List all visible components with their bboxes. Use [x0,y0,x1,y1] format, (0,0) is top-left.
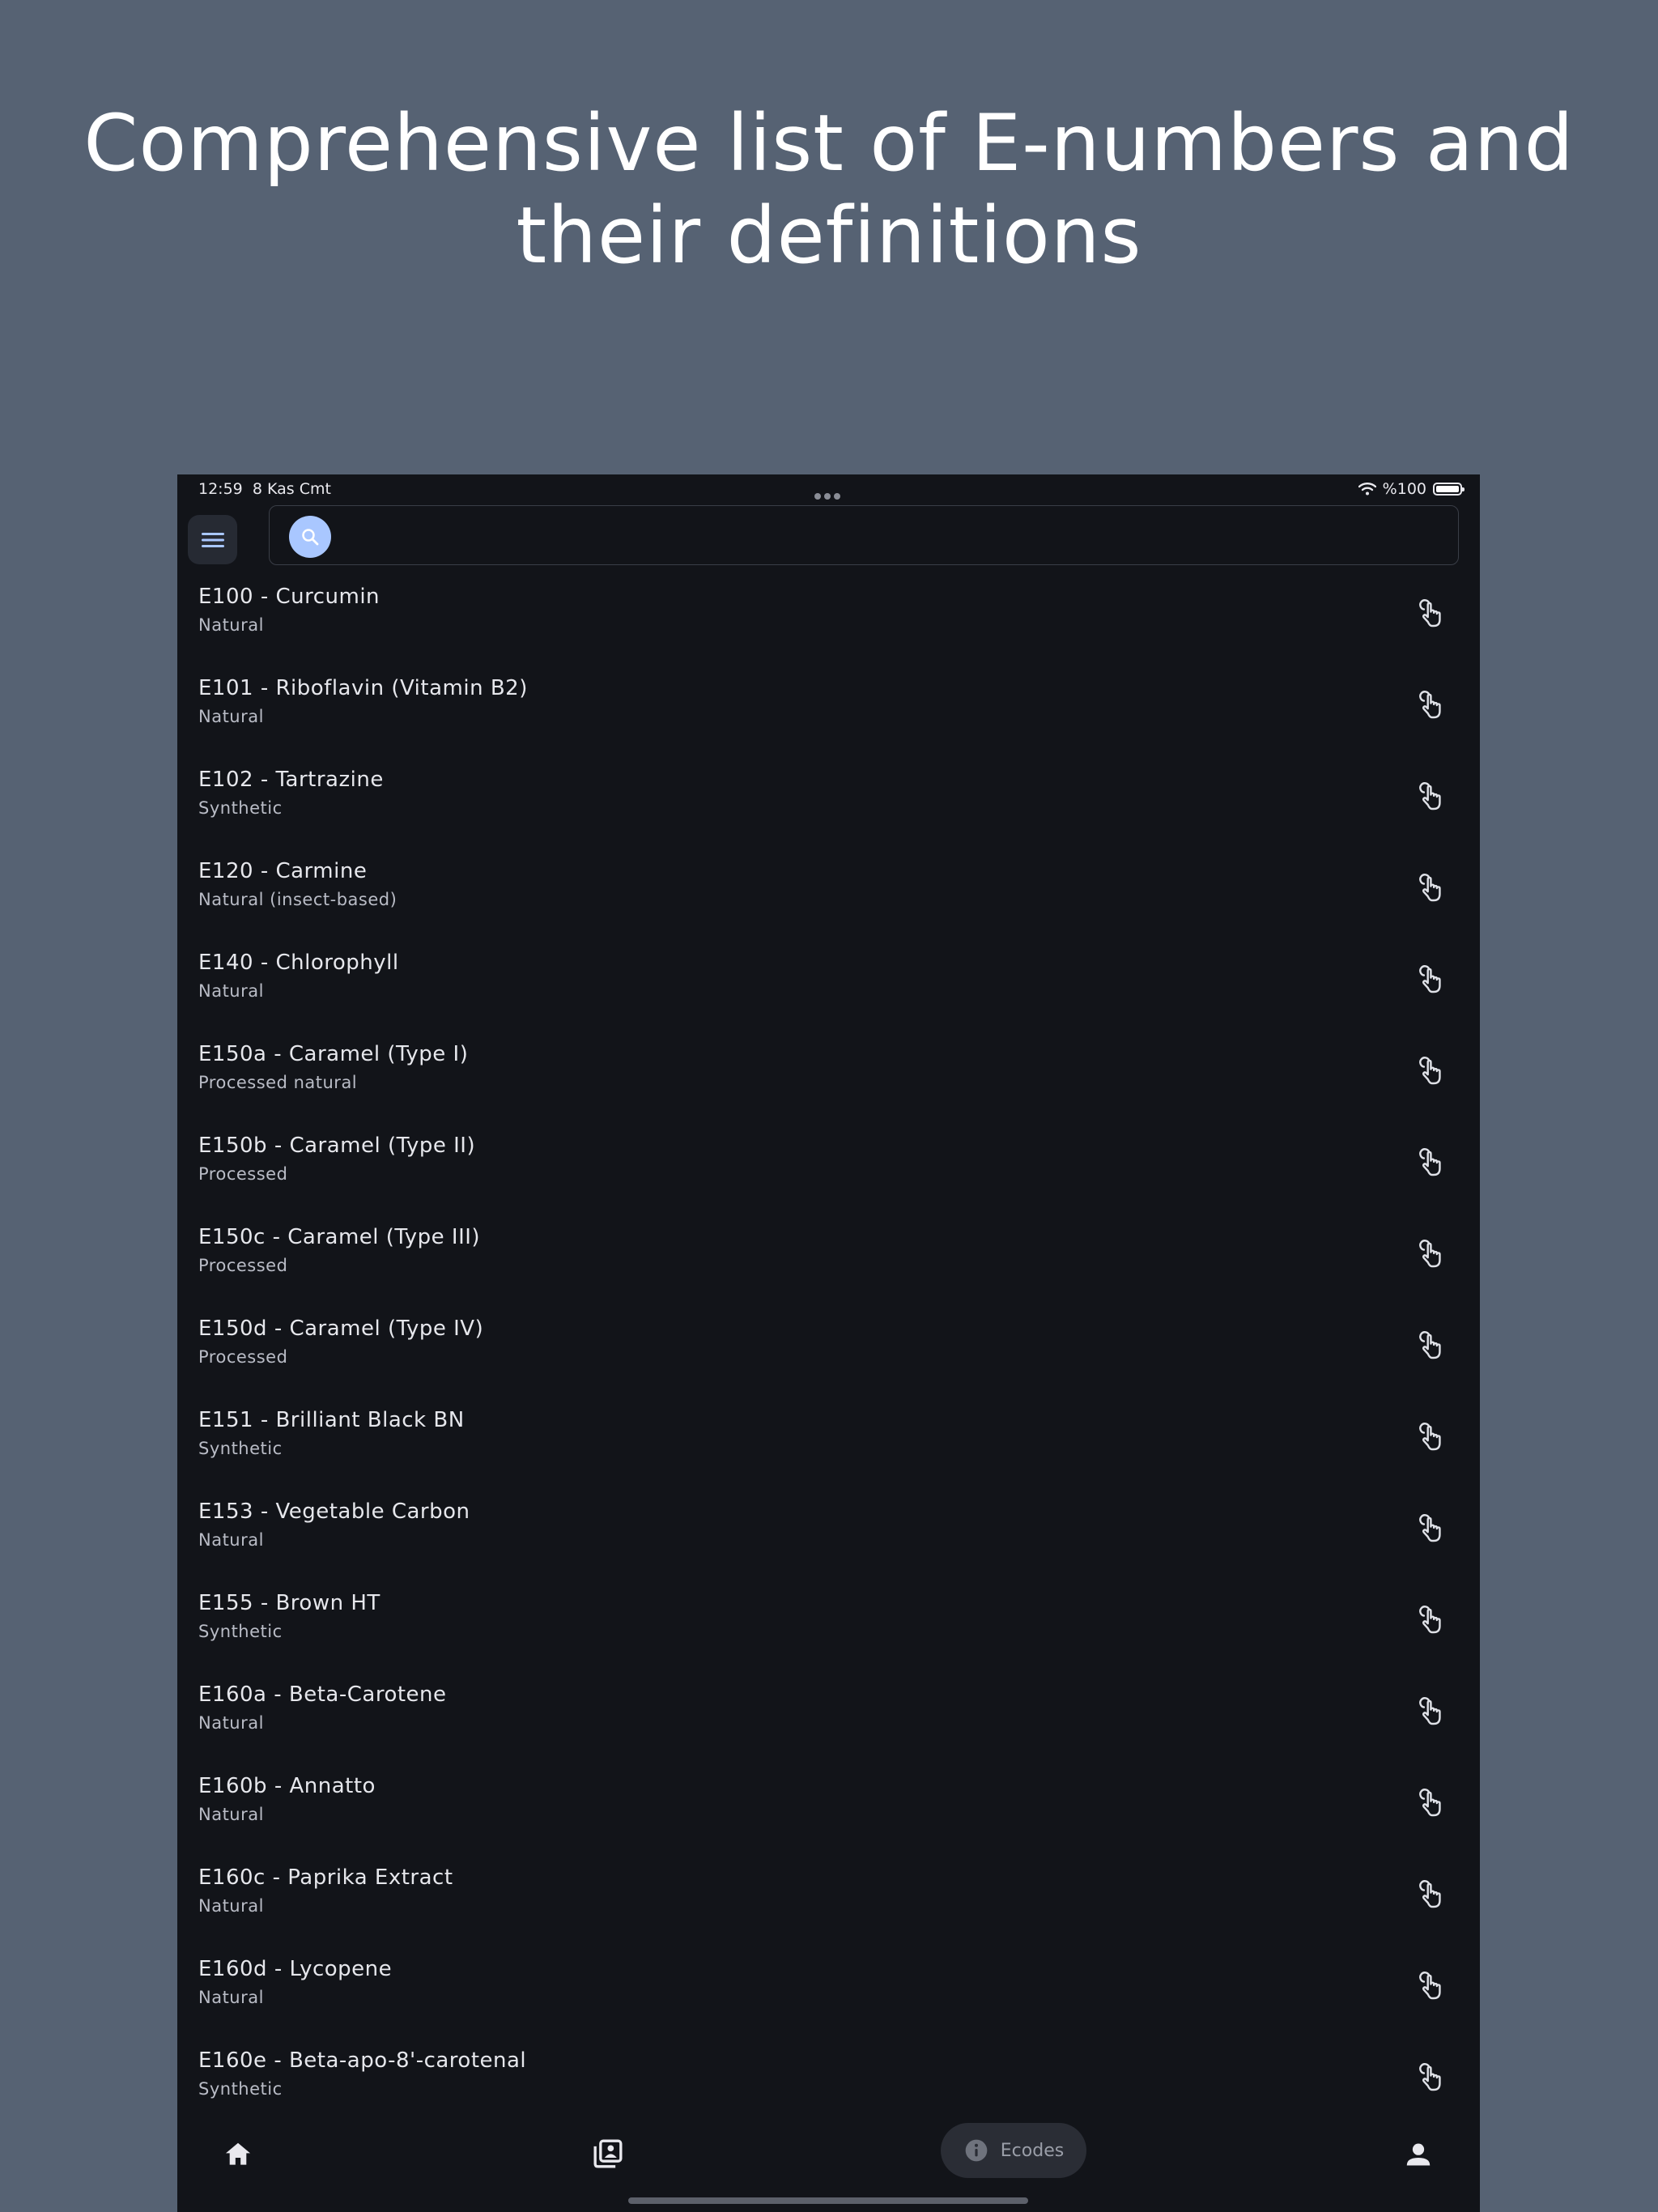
list-item[interactable]: E100 - Curcumin Natural [177,576,1480,668]
status-time-date: 12:59 8 Kas Cmt [198,480,331,498]
tap-icon[interactable] [1417,2061,1446,2094]
headline: Comprehensive list of E-numbers and thei… [83,98,1575,281]
item-category: Processed [198,1347,288,1367]
item-title: E160d - Lycopene [198,1957,393,1981]
info-icon [965,2139,988,2162]
item-category: Natural [198,981,264,1001]
bottom-navigation: Ecodes [177,2123,1480,2212]
list-item[interactable]: E160c - Paprika Extract Natural [177,1857,1480,1949]
menu-button[interactable] [188,515,237,564]
item-title: E160b - Annatto [198,1774,376,1798]
list-item[interactable]: E160a - Beta-Carotene Natural [177,1674,1480,1766]
home-indicator [628,2197,1028,2204]
status-time: 12:59 [198,480,243,498]
item-category: Synthetic [198,1622,283,1641]
tap-icon[interactable] [1417,1970,1446,2002]
tap-icon[interactable] [1417,1421,1446,1453]
item-title: E155 - Brown HT [198,1591,380,1615]
list-item[interactable]: E150d - Caramel (Type IV) Processed [177,1308,1480,1400]
app-screen: 12:59 8 Kas Cmt %100 E100 - Curcumin Nat… [177,474,1480,2212]
tap-icon[interactable] [1417,1604,1446,1636]
tap-icon[interactable] [1417,781,1446,813]
tap-icon[interactable] [1417,1146,1446,1179]
search-button[interactable] [289,516,331,558]
item-category: Natural [198,1988,264,2007]
item-title: E153 - Vegetable Carbon [198,1499,470,1524]
tap-icon[interactable] [1417,689,1446,721]
tap-icon[interactable] [1417,872,1446,904]
ecodes-tab-label: Ecodes [1000,2140,1065,2161]
list-item[interactable]: E155 - Brown HT Synthetic [177,1583,1480,1674]
list-item[interactable]: E160d - Lycopene Natural [177,1949,1480,2040]
item-title: E150c - Caramel (Type III) [198,1225,481,1249]
item-title: E150a - Caramel (Type I) [198,1042,469,1066]
tap-icon[interactable] [1417,963,1446,996]
item-title: E101 - Riboflavin (Vitamin B2) [198,676,528,700]
tap-icon[interactable] [1417,1695,1446,1728]
wifi-icon [1358,483,1376,496]
list-item[interactable]: E150c - Caramel (Type III) Processed [177,1217,1480,1308]
tap-icon[interactable] [1417,1329,1446,1362]
list-item[interactable]: E150b - Caramel (Type II) Processed [177,1125,1480,1217]
tap-icon[interactable] [1417,1238,1446,1270]
item-title: E140 - Chlorophyll [198,951,399,975]
status-right: %100 [1358,480,1465,498]
item-title: E100 - Curcumin [198,585,380,609]
item-title: E160c - Paprika Extract [198,1865,453,1890]
item-category: Synthetic [198,2079,283,2099]
tap-icon[interactable] [1417,598,1446,630]
item-title: E160e - Beta-apo-8'-carotenal [198,2048,527,2073]
list-item[interactable]: E102 - Tartrazine Synthetic [177,759,1480,851]
item-title: E150b - Caramel (Type II) [198,1134,476,1158]
list-item[interactable]: E120 - Carmine Natural (insect-based) [177,851,1480,942]
list-item[interactable]: E151 - Brilliant Black BN Synthetic [177,1400,1480,1491]
tap-icon[interactable] [1417,1878,1446,1911]
list-item[interactable]: E160e - Beta-apo-8'-carotenal Synthetic [177,2040,1480,2132]
list-item[interactable]: E160b - Annatto Natural [177,1766,1480,1857]
item-title: E160a - Beta-Carotene [198,1682,447,1707]
search-input[interactable] [344,514,1440,558]
item-category: Natural [198,1713,264,1733]
list-item[interactable]: E153 - Vegetable Carbon Natural [177,1491,1480,1583]
item-category: Natural [198,1805,264,1824]
item-title: E150d - Caramel (Type IV) [198,1317,484,1341]
battery-percentage: %100 [1382,480,1426,498]
tap-icon[interactable] [1417,1787,1446,1819]
item-category: Natural [198,707,264,726]
item-title: E151 - Brilliant Black BN [198,1408,465,1432]
item-category: Natural [198,1896,264,1916]
search-bar[interactable] [269,505,1459,565]
multitasking-dots-icon[interactable] [814,486,844,500]
list-item[interactable]: E101 - Riboflavin (Vitamin B2) Natural [177,668,1480,759]
enumber-list: E100 - Curcumin Natural E101 - Riboflavin … [177,576,1480,2132]
status-bar: 12:59 8 Kas Cmt %100 [177,474,1480,504]
battery-icon [1433,483,1465,496]
ecodes-tab[interactable]: Ecodes [941,2123,1086,2178]
item-category: Processed natural [198,1073,358,1092]
item-category: Synthetic [198,798,283,818]
item-category: Synthetic [198,1439,283,1458]
tap-icon[interactable] [1417,1055,1446,1087]
item-category: Natural (insect-based) [198,890,397,909]
item-category: Processed [198,1164,288,1184]
list-item[interactable]: E140 - Chlorophyll Natural [177,942,1480,1034]
item-category: Processed [198,1256,288,1275]
library-icon[interactable] [592,2138,624,2170]
tap-icon[interactable] [1417,1512,1446,1545]
hamburger-icon [201,532,224,547]
status-date: 8 Kas Cmt [252,480,331,498]
item-title: E102 - Tartrazine [198,768,384,792]
list-item[interactable]: E150a - Caramel (Type I) Processed natura… [177,1034,1480,1125]
home-icon[interactable] [223,2139,253,2170]
item-category: Natural [198,1530,264,1550]
item-title: E120 - Carmine [198,859,368,883]
search-icon [302,529,319,546]
person-icon[interactable] [1403,2139,1434,2170]
item-category: Natural [198,615,264,635]
